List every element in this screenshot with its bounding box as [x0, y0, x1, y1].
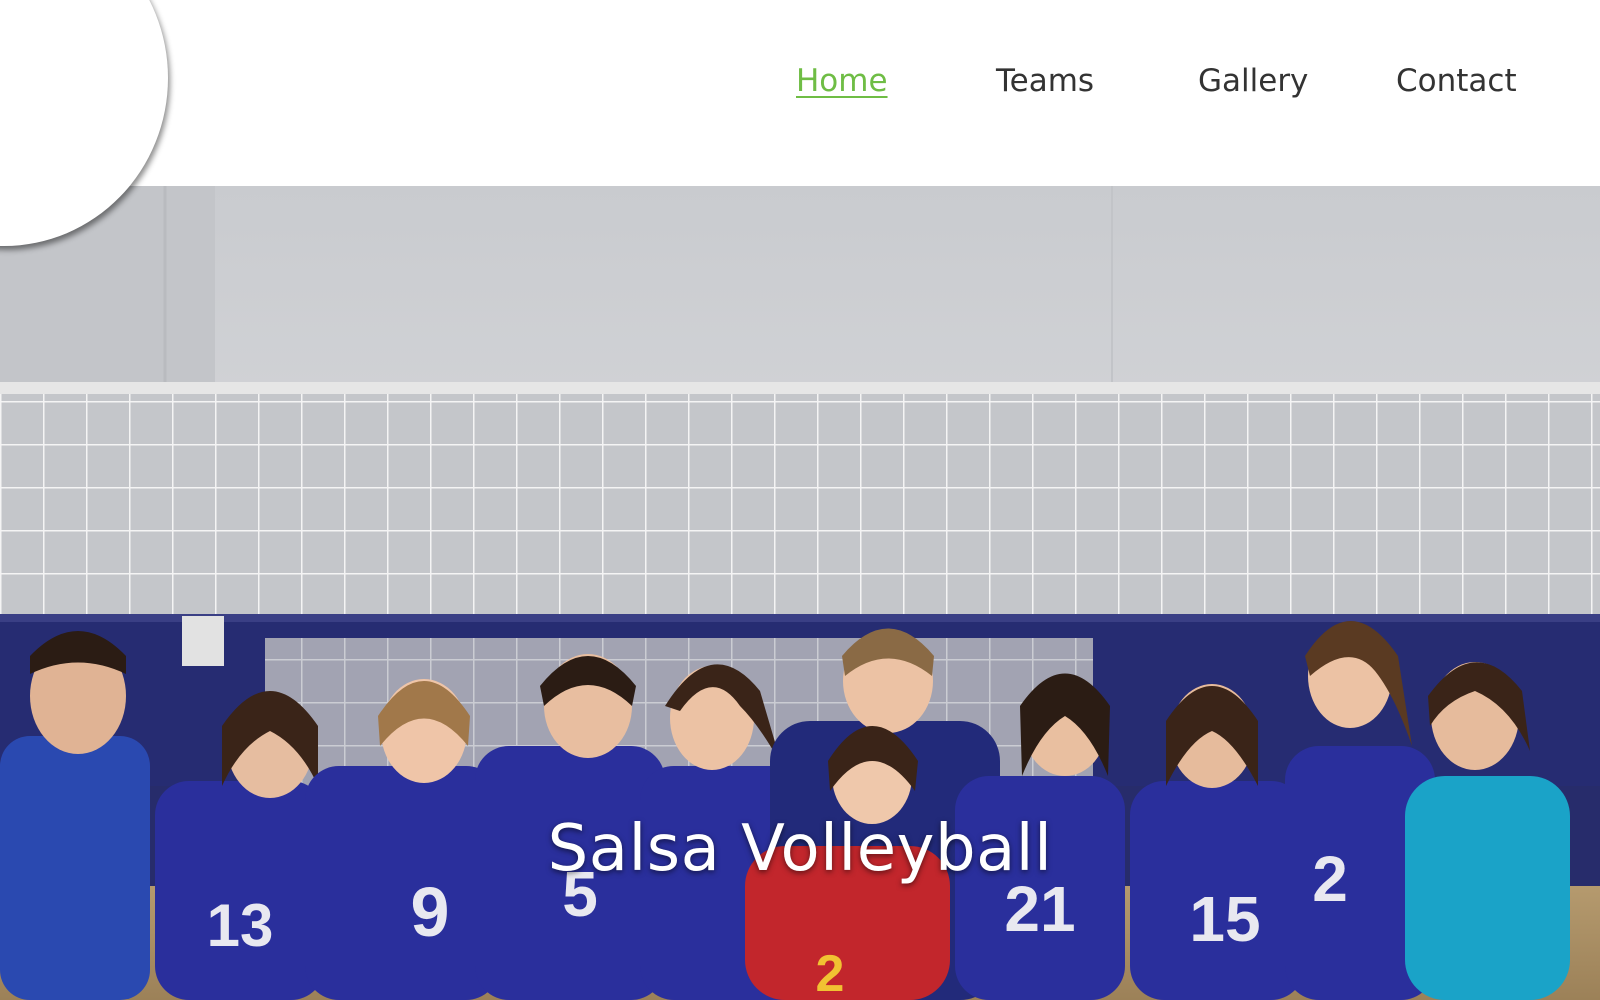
nav-link-home[interactable]: Home	[796, 54, 888, 108]
hero-section: 13 9 5 2 21 15 2 Salsa Volleyball	[0, 186, 1600, 1000]
nav-link-teams[interactable]: Teams	[996, 54, 1094, 108]
site-header: Home Teams Gallery Contact	[0, 0, 1600, 246]
net-band	[0, 382, 1600, 394]
svg-text:15: 15	[1189, 883, 1260, 955]
net-pole	[182, 616, 224, 666]
main-nav: Home Teams Gallery Contact	[0, 54, 1600, 108]
volleyball-net	[0, 394, 1600, 624]
page: Home Teams Gallery Contact 13 9 5 2 21 1…	[0, 0, 1600, 1000]
nav-link-contact[interactable]: Contact	[1396, 54, 1517, 108]
hero-title: Salsa Volleyball	[547, 812, 1053, 886]
svg-text:2: 2	[816, 945, 845, 1000]
nav-link-gallery[interactable]: Gallery	[1198, 54, 1308, 108]
svg-text:13: 13	[207, 892, 274, 959]
